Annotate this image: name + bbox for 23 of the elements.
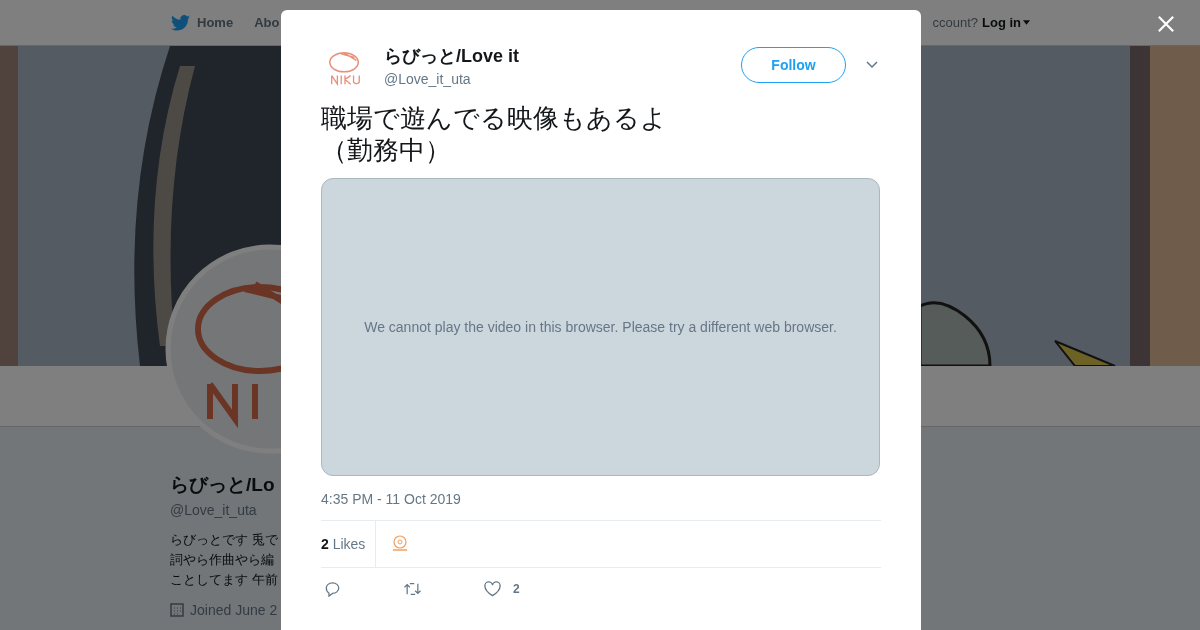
close-icon[interactable] — [1157, 15, 1175, 33]
heart-icon[interactable] — [484, 581, 501, 597]
chevron-icon[interactable] — [866, 61, 878, 69]
like-count: 2 — [513, 582, 520, 596]
likes-count[interactable]: 2 Likes — [321, 536, 366, 552]
author-name[interactable]: らびっと/Love it — [384, 43, 741, 68]
tweet-text: 職場で遊んでる映像もあるよ（勤務中） — [321, 102, 668, 166]
caret-icon — [1023, 20, 1030, 25]
tweet-timestamp[interactable]: 4:35 PM - 11 Oct 2019 — [321, 491, 881, 507]
retweet-icon[interactable] — [403, 581, 422, 597]
profile-handle: @Love_it_uta — [170, 502, 257, 518]
profile-name: らびっと/Lo — [170, 473, 275, 497]
author-handle: @Love_it_uta — [384, 70, 472, 87]
login-link[interactable]: Log in — [982, 15, 1030, 30]
profile-bio: らびっとです 兎で詞やら作曲やら編ことしてます 午前 — [170, 531, 278, 589]
reply-icon[interactable] — [324, 581, 341, 597]
nav-link[interactable]: Home — [197, 15, 234, 30]
calendar-icon — [170, 603, 184, 617]
joined-date: Joined June 2 — [190, 602, 278, 618]
follow-button[interactable]: Follow — [741, 47, 846, 83]
account-prompt: ccount? — [932, 15, 978, 30]
nav-link[interactable]: Abo — [254, 15, 280, 30]
video-message: We cannot play the video in this browser. Please try a different web browser. — [364, 319, 837, 335]
